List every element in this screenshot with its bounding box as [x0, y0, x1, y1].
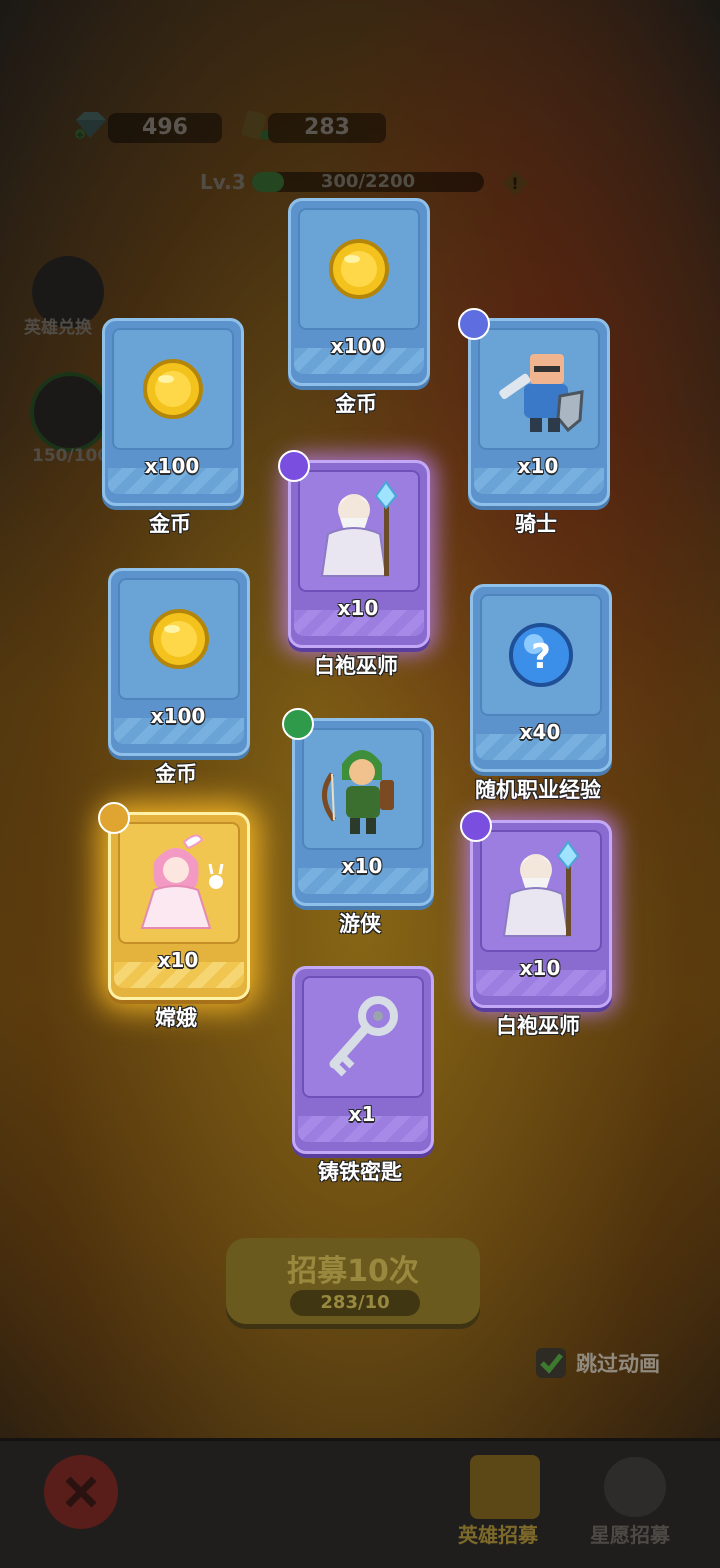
ranger-icon	[322, 750, 394, 834]
recruit-10-button[interactable]: 招募10次 283/10	[226, 1238, 480, 1324]
reward-card-knight[interactable]: x10	[458, 308, 610, 506]
key-icon	[329, 996, 398, 1077]
reward-card-key[interactable]: x1	[292, 966, 434, 1154]
card-name-label: 白袍巫师	[314, 654, 398, 678]
card-name-label: 铸铁密匙	[318, 1160, 402, 1184]
mystery-icon: ?	[509, 623, 573, 687]
change-icon	[140, 834, 224, 929]
class-badge-icon	[460, 810, 492, 842]
card-name-label: 白袍巫师	[496, 1014, 580, 1038]
coin-icon	[149, 609, 209, 669]
reward-card-coin[interactable]: x100	[288, 198, 430, 386]
skip-animation-label: 跳过动画	[576, 1352, 660, 1376]
card-quantity: x100	[330, 334, 386, 358]
class-badge-icon	[458, 308, 490, 340]
card-quantity: x10	[341, 854, 383, 878]
star-wish-tab-icon[interactable]	[604, 1457, 666, 1517]
bottom-nav: 英雄招募 星愿招募	[0, 1438, 720, 1568]
card-name-label: 金币	[155, 762, 197, 786]
wizard-icon	[502, 840, 580, 937]
reward-card-wizard[interactable]: x10	[278, 450, 430, 648]
reward-card-wizard[interactable]: x10	[460, 810, 612, 1008]
card-name-label: 金币	[335, 392, 377, 416]
class-badge-icon	[278, 450, 310, 482]
card-quantity: x10	[157, 948, 199, 972]
recruit-cost: 283/10	[290, 1290, 420, 1316]
card-name-label: 金币	[149, 512, 191, 536]
skip-animation-checkbox[interactable]	[536, 1348, 566, 1378]
card-name-label: 骑士	[515, 512, 557, 536]
card-quantity: x10	[337, 596, 379, 620]
class-badge-icon	[282, 708, 314, 740]
card-quantity: x100	[150, 704, 206, 728]
knight-icon	[499, 354, 584, 433]
class-badge-icon	[98, 802, 130, 834]
reward-card-coin[interactable]: x100	[108, 568, 250, 756]
svg-text:?: ?	[531, 637, 551, 677]
coin-icon	[329, 239, 389, 299]
tab-star-wish[interactable]: 星愿招募	[590, 1519, 670, 1548]
coin-icon	[143, 359, 203, 419]
card-quantity: x1	[348, 1102, 376, 1126]
reward-card-coin[interactable]: x100	[102, 318, 244, 506]
wizard-icon	[320, 480, 398, 577]
card-quantity: x10	[517, 454, 559, 478]
close-icon[interactable]	[44, 1455, 118, 1529]
tab-hero-recruit[interactable]: 英雄招募	[458, 1519, 538, 1548]
card-quantity: x100	[144, 454, 200, 478]
hero-recruit-tab-icon[interactable]	[470, 1455, 540, 1519]
card-name-label: 随机职业经验	[475, 778, 601, 802]
card-name-label: 嫦娥	[155, 1006, 197, 1030]
reward-card-change[interactable]: x10	[98, 802, 250, 1000]
check-icon	[540, 1353, 563, 1374]
card-quantity: x10	[519, 956, 561, 980]
recruit-label: 招募10次	[287, 1254, 419, 1289]
reward-card-ranger[interactable]: x10	[282, 708, 434, 906]
reward-card-mystery[interactable]: ? x40	[470, 584, 612, 772]
card-quantity: x40	[519, 720, 561, 744]
card-name-label: 游侠	[339, 912, 381, 936]
